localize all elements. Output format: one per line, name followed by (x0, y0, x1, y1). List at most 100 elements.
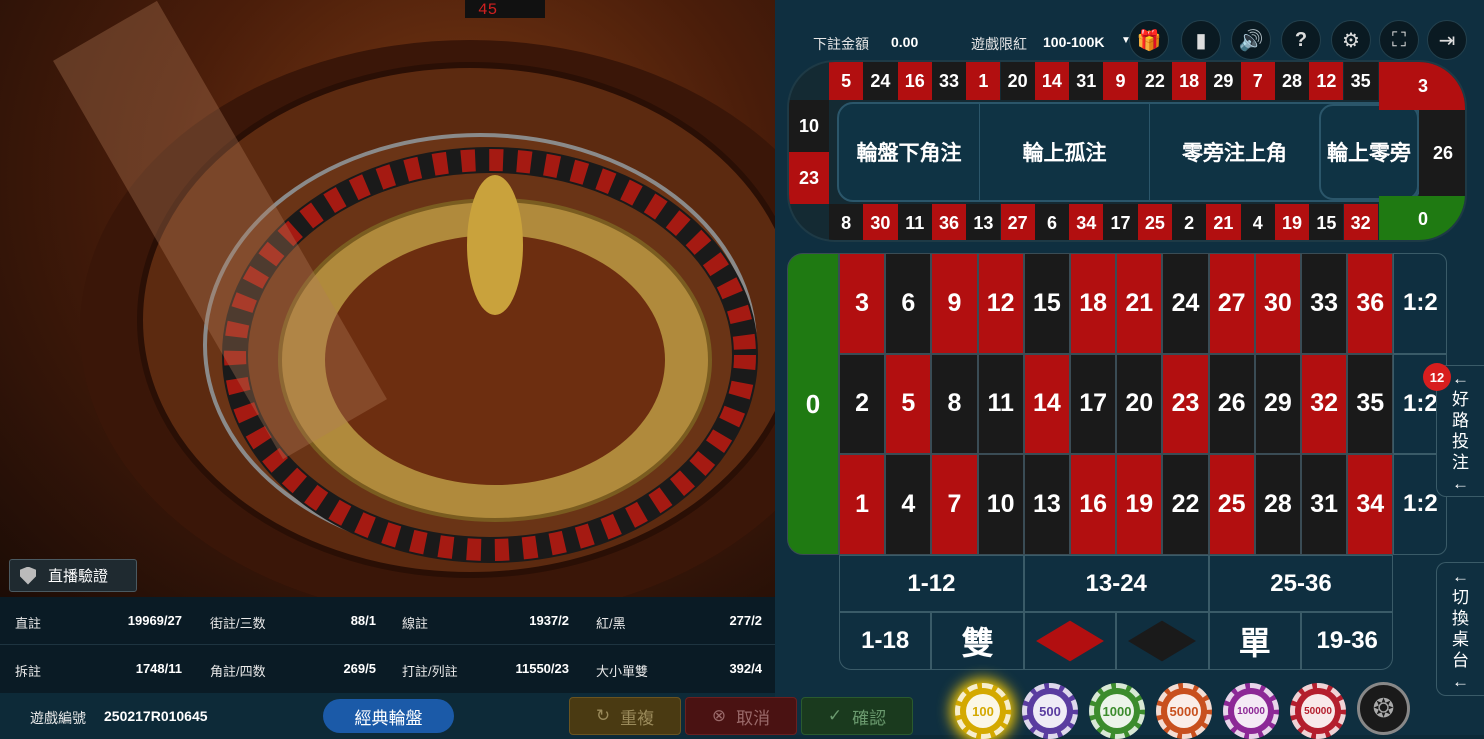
number-cell[interactable]: 16 (1070, 454, 1117, 555)
number-cell[interactable]: 17 (1070, 353, 1117, 454)
chip-1000[interactable]: 1000 (1089, 683, 1145, 739)
racetrack-number[interactable]: 25 (1137, 204, 1172, 240)
even-bet-cell[interactable]: 雙 (931, 612, 1024, 670)
racetrack-number[interactable]: 15 (1309, 204, 1344, 240)
orphelins-bet[interactable]: 輪上孤注 (979, 104, 1149, 200)
racetrack-number[interactable]: 11 (897, 204, 932, 240)
racetrack-number[interactable]: 28 (1274, 62, 1310, 100)
racetrack-number[interactable]: 27 (1000, 204, 1035, 240)
number-cell[interactable]: 25 (1208, 454, 1255, 555)
number-cell[interactable]: 20 (1116, 353, 1163, 454)
racetrack-number[interactable]: 9 (1103, 62, 1138, 100)
racetrack-number[interactable]: 24 (863, 62, 898, 100)
number-cell[interactable]: 10 (977, 454, 1024, 555)
signal-icon[interactable]: ▮ (1181, 20, 1221, 60)
classic-roulette-button[interactable]: 經典輪盤 (323, 699, 454, 733)
racetrack-number[interactable]: 22 (1137, 62, 1172, 100)
high-bet-cell[interactable]: 19-36 (1301, 612, 1394, 670)
racetrack-number[interactable]: 18 (1172, 62, 1207, 100)
number-cell[interactable]: 12 (977, 253, 1024, 354)
number-cell[interactable]: 36 (1347, 253, 1394, 354)
chip-50000[interactable]: 50000 (1290, 683, 1346, 739)
racetrack-number[interactable]: 23 (789, 152, 829, 204)
number-cell[interactable]: 7 (931, 454, 978, 555)
gift-icon[interactable]: 🎁 (1129, 20, 1169, 60)
number-cell[interactable]: 13 (1023, 454, 1070, 555)
switch-table-tab[interactable]: ← 切 換 桌 台 ← (1436, 562, 1484, 696)
racetrack-number[interactable]: 26 (1419, 110, 1465, 196)
number-cell[interactable]: 18 (1070, 253, 1117, 354)
tiers-bet[interactable]: 輪盤下角注 (839, 104, 979, 200)
racetrack-number[interactable]: 33 (931, 62, 967, 100)
number-cell[interactable]: 5 (885, 353, 932, 454)
racetrack-number[interactable]: 31 (1069, 62, 1104, 100)
number-cell[interactable]: 2 (839, 353, 886, 454)
low-bet-cell[interactable]: 1-18 (839, 612, 932, 670)
live-verify-button[interactable]: 直播驗證 (9, 559, 137, 592)
racetrack-number[interactable]: 30 (863, 204, 898, 240)
racetrack-number[interactable]: 17 (1103, 204, 1138, 240)
settings-icon[interactable]: ⚙ (1331, 20, 1371, 60)
volume-icon[interactable]: 🔊 (1231, 20, 1271, 60)
racetrack-number[interactable]: 7 (1240, 62, 1275, 100)
confirm-button[interactable]: ✓ 確認 (801, 697, 913, 735)
racetrack-number[interactable]: 16 (897, 62, 932, 100)
number-cell[interactable]: 27 (1208, 253, 1255, 354)
racetrack-number[interactable]: 32 (1343, 204, 1378, 240)
chip-10000[interactable]: 10000 (1223, 683, 1279, 739)
number-cell[interactable]: 28 (1254, 454, 1301, 555)
number-cell[interactable]: 15 (1023, 253, 1070, 354)
number-cell[interactable]: 34 (1347, 454, 1394, 555)
number-cell[interactable]: 24 (1162, 253, 1209, 354)
number-cell[interactable]: 8 (931, 353, 978, 454)
chip-5000[interactable]: 5000 (1156, 683, 1212, 739)
number-cell[interactable]: 35 (1347, 353, 1394, 454)
racetrack-number[interactable]: 12 (1309, 62, 1344, 100)
zero-spiel-bet[interactable]: 輪上零旁 (1319, 104, 1419, 200)
racetrack-number[interactable]: 1 (966, 62, 1001, 100)
chip-100[interactable]: 100 (955, 683, 1011, 739)
repeat-button[interactable]: ↻ 重複 (569, 697, 681, 735)
number-cell[interactable]: 31 (1301, 454, 1348, 555)
fullscreen-icon[interactable]: ⛶ (1379, 20, 1419, 60)
red-bet-cell[interactable] (1023, 612, 1117, 670)
odd-bet-cell[interactable]: 單 (1208, 612, 1301, 670)
racetrack-number[interactable]: 6 (1034, 204, 1070, 240)
racetrack-number[interactable]: 10 (789, 100, 829, 152)
number-cell[interactable]: 6 (885, 253, 932, 354)
zero-cell[interactable]: 0 (787, 253, 839, 555)
racetrack-number[interactable]: 29 (1206, 62, 1241, 100)
racetrack-number[interactable]: 35 (1343, 62, 1378, 100)
number-cell[interactable]: 4 (885, 454, 932, 555)
racetrack-number[interactable]: 34 (1069, 204, 1104, 240)
racetrack-number[interactable]: 13 (966, 204, 1001, 240)
number-cell[interactable]: 23 (1162, 353, 1209, 454)
number-cell[interactable]: 22 (1162, 454, 1209, 555)
racetrack-number[interactable]: 21 (1206, 204, 1241, 240)
help-icon[interactable]: ? (1281, 20, 1321, 60)
black-bet-cell[interactable] (1116, 612, 1209, 670)
cancel-button[interactable]: ⊗ 取消 (685, 697, 797, 735)
number-cell[interactable]: 9 (931, 253, 978, 354)
racetrack-number[interactable]: 2 (1172, 204, 1207, 240)
exit-icon[interactable]: ⇥ (1427, 20, 1467, 60)
racetrack-number[interactable]: 4 (1240, 204, 1275, 240)
chip-500[interactable]: 500 (1022, 683, 1078, 739)
racetrack-number[interactable]: 8 (829, 204, 864, 240)
racetrack-number[interactable]: 5 (829, 62, 864, 100)
column-bet-cell[interactable]: 1:2 (1393, 253, 1448, 354)
number-cell[interactable]: 14 (1023, 353, 1070, 454)
number-cell[interactable]: 11 (977, 353, 1024, 454)
dozen-bet-cell[interactable]: 13-24 (1023, 555, 1209, 612)
number-cell[interactable]: 19 (1116, 454, 1163, 555)
chip-settings-icon[interactable]: ❂ (1357, 682, 1410, 735)
racetrack-number[interactable]: 36 (931, 204, 967, 240)
dozen-bet-cell[interactable]: 1-12 (839, 555, 1024, 612)
number-cell[interactable]: 3 (839, 253, 886, 354)
number-cell[interactable]: 1 (839, 454, 886, 555)
number-cell[interactable]: 32 (1301, 353, 1348, 454)
racetrack-number[interactable]: 14 (1034, 62, 1070, 100)
limit-dropdown[interactable]: 100-100K (1043, 34, 1105, 50)
number-cell[interactable]: 26 (1208, 353, 1255, 454)
racetrack-number[interactable]: 19 (1274, 204, 1310, 240)
